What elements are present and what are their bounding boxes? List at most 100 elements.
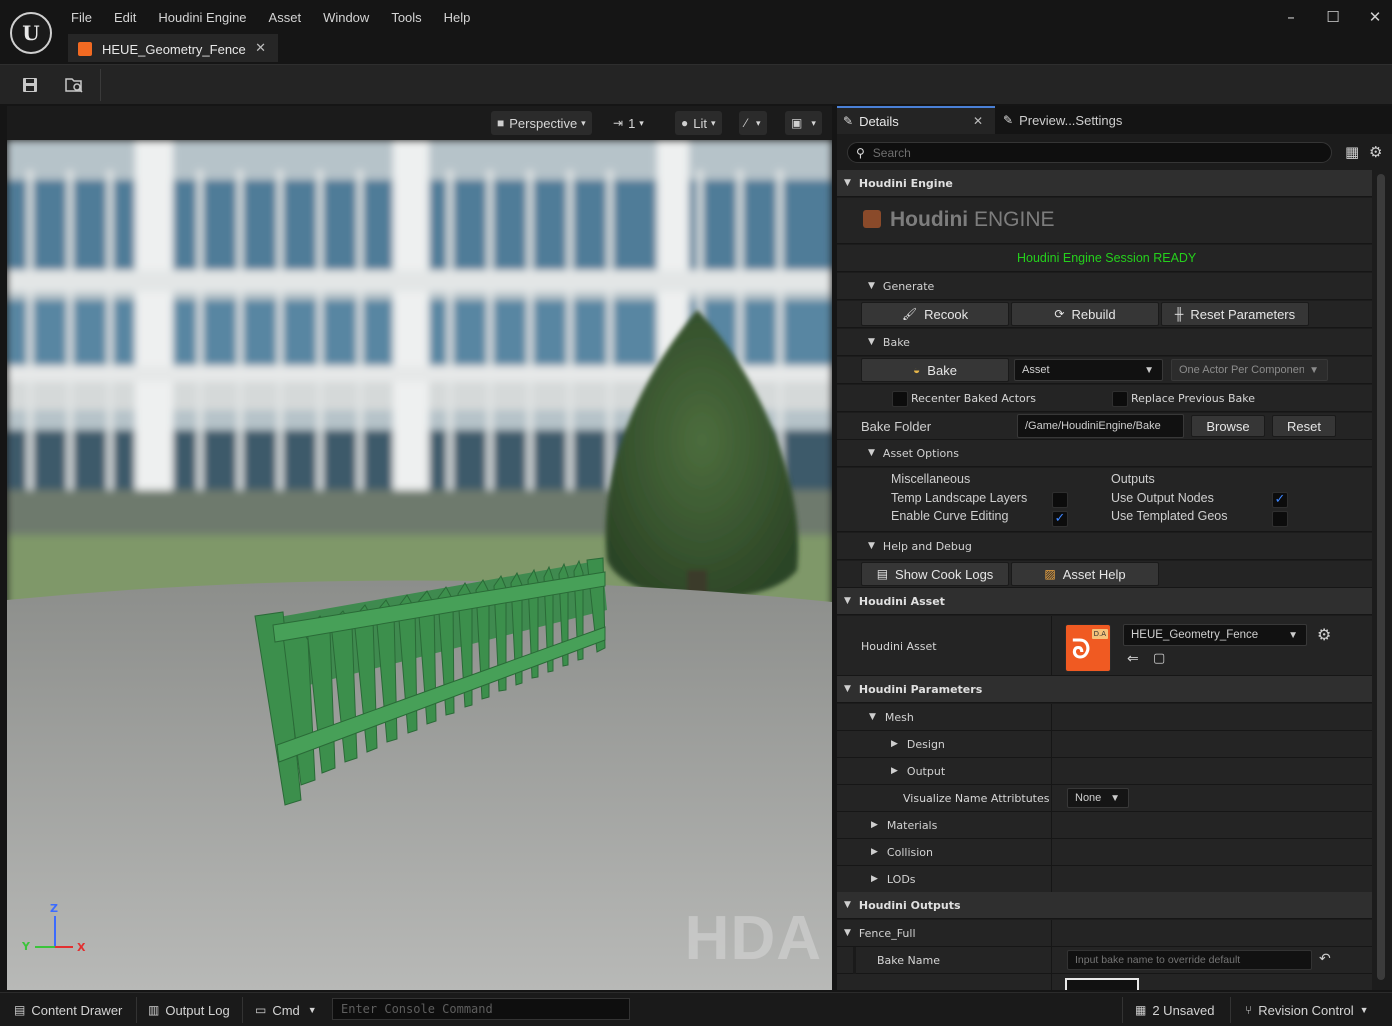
table-view-icon[interactable]: ▦ [1345,143,1359,161]
show-flags-dropdown[interactable]: ⁄ ▾ [739,111,767,135]
temp-landscape-checkbox[interactable] [1052,492,1068,508]
menu-edit[interactable]: Edit [103,6,147,30]
use-output-nodes-checkbox[interactable]: ✓ [1272,492,1288,508]
column-divider [1051,758,1052,784]
chevron-down-icon: ▼ [1288,629,1298,641]
reset-label: Reset [1287,418,1321,434]
reset-button[interactable]: Reset [1272,415,1336,437]
document-tab-label: HEUE_Geometry_Fence [102,41,246,57]
console-command-input[interactable] [333,999,629,1019]
rebuild-button[interactable]: ⟳ Rebuild [1011,302,1159,326]
gear-icon[interactable]: ⚙ [1317,625,1331,644]
search-input[interactable] [872,145,1313,160]
axis-gizmo: Z Y X [17,902,87,962]
revision-control-button[interactable]: ⑂ Revision Control ▼ [1245,999,1369,1021]
browse-button[interactable]: Browse [1191,415,1265,437]
use-selected-asset-icon[interactable]: ⇐ [1127,651,1139,667]
bake-folder-value: /Game/HoudiniEngine/Bake [1025,420,1161,432]
scrollbar-thumb[interactable] [1377,174,1385,980]
output-mesh-thumbnail[interactable] [1065,978,1139,990]
tab-details[interactable]: ✎ Details ✕ [837,106,995,134]
category-houdini-outputs[interactable]: ▼ Houdini Outputs [837,892,1372,919]
param-output-row[interactable]: ▶ Output [837,758,1372,785]
content-drawer-button[interactable]: ▤ Content Drawer [14,999,122,1021]
menu-window[interactable]: Window [312,6,380,30]
bake-option-dropdown[interactable]: One Actor Per Componen ▼ [1171,359,1328,381]
param-collision-row[interactable]: ▶ Collision [837,839,1372,866]
recenter-checkbox[interactable] [892,391,908,407]
revision-control-label: Revision Control [1258,1002,1354,1018]
output-fence-full-row[interactable]: ▼ Fence_Full [837,920,1372,947]
status-divider [242,997,243,1023]
reset-parameters-button[interactable]: ╫ Reset Parameters [1161,302,1309,326]
asset-help-button[interactable]: ▨ Asset Help [1011,562,1159,586]
document-tab[interactable]: HEUE_Geometry_Fence ✕ [68,34,278,62]
revert-icon[interactable]: ↶ [1319,951,1331,967]
viewport-settings-dropdown[interactable]: ▣ ▾ [785,111,822,135]
use-templated-checkbox[interactable] [1272,511,1288,527]
subcategory-asset-options[interactable]: ▼ Asset Options [837,440,1372,467]
unsaved-button[interactable]: ▦ 2 Unsaved [1135,999,1215,1021]
houdini-asset-dropdown[interactable]: HEUE_Geometry_Fence ▼ [1123,624,1307,646]
bake-label: Bake [927,362,957,378]
gear-icon[interactable]: ⚙ [1369,143,1382,161]
camera-speed-dropdown[interactable]: ⇥ 1 ▾ [607,111,650,135]
expanded-arrow-icon: ▼ [844,900,851,910]
browse-asset-icon[interactable] [62,73,86,97]
help-debug-row: ▤ Show Cook Logs ▨ Asset Help [837,561,1372,588]
perspective-dropdown[interactable]: ■ Perspective ▾ [491,111,592,135]
generate-buttons-row: 🖌 Recook ⟳ Rebuild ╫ Reset Parameters [837,301,1372,328]
recook-button[interactable]: 🖌 Recook [861,302,1009,326]
console-command-box[interactable] [332,998,630,1020]
cmd-dropdown[interactable]: ▭ Cmd ▼ [255,999,317,1021]
browse-asset-icon[interactable]: ▢ [1153,651,1165,666]
category-houdini-parameters[interactable]: ▼ Houdini Parameters [837,676,1372,703]
maximize-button[interactable]: ☐ [1320,8,1346,26]
minimize-button[interactable]: – [1278,8,1304,26]
show-cook-logs-button[interactable]: ▤ Show Cook Logs [861,562,1009,586]
subcategory-bake[interactable]: ▼ Bake [837,329,1372,356]
visualize-dropdown[interactable]: None ▼ [1067,788,1129,808]
category-houdini-engine[interactable]: ▼ Houdini Engine [837,170,1372,197]
category-houdini-asset[interactable]: ▼ Houdini Asset [837,588,1372,615]
menu-file[interactable]: File [60,6,103,30]
view-mode-dropdown[interactable]: ● Lit ▾ [675,111,722,135]
enable-curve-checkbox[interactable]: ✓ [1052,511,1068,527]
close-tab-icon[interactable]: ✕ [973,114,983,128]
menu-asset[interactable]: Asset [258,6,313,30]
use-templated-label: Use Templated Geos [1111,509,1228,523]
menu-tools[interactable]: Tools [380,6,432,30]
bake-option-value: One Actor Per Componen [1179,364,1304,376]
param-lods-row[interactable]: ▶ LODs [837,866,1372,893]
asset-thumbnail[interactable]: ᘐ D.A [1065,624,1111,672]
bake-folder-label: Bake Folder [861,419,932,434]
viewport[interactable]: ■ Perspective ▾ ⇥ 1 ▾ ● Lit ▾ ⁄ ▾ ▣ ▾ HD… [7,106,832,990]
param-design-row[interactable]: ▶ Design [837,731,1372,758]
subcategory-label: Asset Options [882,446,959,460]
menu-houdini-engine[interactable]: Houdini Engine [147,6,257,30]
replace-previous-checkbox[interactable] [1112,391,1128,407]
tab-preview-settings[interactable]: ✎ Preview...Settings [997,106,1197,134]
unreal-logo-icon[interactable]: U [10,12,52,54]
close-tab-icon[interactable]: ✕ [255,41,266,56]
subcategory-generate[interactable]: ▼ Generate [837,273,1372,300]
view-mode-label: Lit [693,115,707,131]
camera-icon: ■ [497,116,505,130]
output-log-button[interactable]: ▥ Output Log [148,999,230,1021]
column-divider [1051,704,1052,730]
bake-name-input[interactable] [1067,950,1312,970]
menu-help[interactable]: Help [433,6,482,30]
bake-folder-field[interactable]: /Game/HoudiniEngine/Bake [1017,414,1184,438]
subcategory-help-debug[interactable]: ▼ Help and Debug [837,533,1372,560]
search-box[interactable]: ⚲ [847,142,1332,163]
bake-type-dropdown[interactable]: Asset ▼ [1014,359,1163,381]
logo-text-houdini: Houdini [890,208,969,231]
details-scrollbar[interactable] [1377,174,1385,980]
close-window-button[interactable]: ✕ [1362,8,1388,26]
save-icon[interactable] [18,73,42,97]
temp-landscape-label: Temp Landscape Layers [891,491,1028,505]
viewport-scene [7,140,832,990]
param-mesh-row[interactable]: ▼ Mesh [837,704,1372,731]
param-materials-row[interactable]: ▶ Materials [837,812,1372,839]
bake-button[interactable]: ◒ Bake [861,358,1009,382]
